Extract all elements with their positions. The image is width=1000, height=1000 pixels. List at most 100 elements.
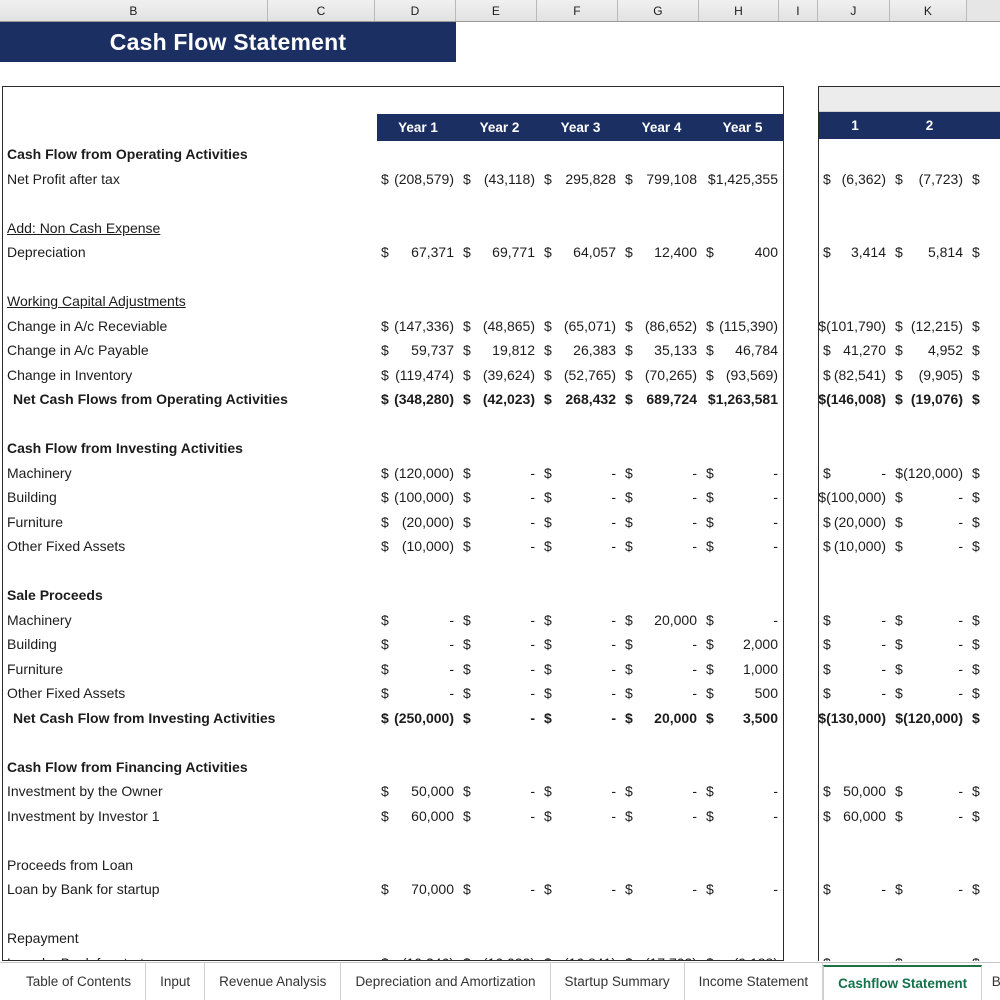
table-row[interactable]: $60,000 $ - $ <box>819 804 1000 829</box>
value-cell[interactable]: $ (16,841) <box>540 951 621 960</box>
column-header-d[interactable]: D <box>375 0 456 21</box>
value-cell[interactable]: $- <box>891 804 968 829</box>
value-cell[interactable]: $- <box>891 632 968 657</box>
table-row[interactable] <box>3 828 783 853</box>
value-cell[interactable]: $ <box>968 608 1000 633</box>
value-cell[interactable]: $- <box>459 485 540 510</box>
value-cell[interactable]: $- <box>702 608 783 633</box>
table-row[interactable] <box>3 902 783 927</box>
value-cell[interactable]: $- <box>891 779 968 804</box>
value-cell[interactable]: $(130,000) <box>819 706 891 731</box>
column-header-i[interactable]: I <box>779 0 818 21</box>
value-cell[interactable]: $3,414 <box>819 240 891 265</box>
value-cell[interactable]: $- <box>891 485 968 510</box>
value-cell[interactable]: $- <box>621 534 702 559</box>
table-row[interactable]: Net Profit after tax $ (208,579) $ (43,118) $… <box>3 167 783 192</box>
value-cell[interactable]: $ <box>968 240 1000 265</box>
value-cell[interactable]: $689,724 <box>621 387 702 412</box>
column-header-c[interactable]: C <box>268 0 375 21</box>
value-cell[interactable]: $ <box>968 877 1000 902</box>
table-row[interactable]: Building $ (100,000) $ - $ - $ - $ - <box>3 485 783 510</box>
table-row[interactable] <box>819 730 1000 755</box>
value-cell[interactable]: $- <box>377 632 459 657</box>
value-cell[interactable]: $60,000 <box>819 804 891 829</box>
value-cell[interactable]: $799,108 <box>621 167 702 192</box>
table-row[interactable]: $(82,541)$(9,905)$( <box>819 363 1000 388</box>
value-cell[interactable]: $- <box>459 779 540 804</box>
value-cell[interactable]: $ (52,765) <box>540 363 621 388</box>
value-cell[interactable]: $67,371 <box>377 240 459 265</box>
value-cell[interactable]: $- <box>819 681 891 706</box>
column-header-e[interactable]: E <box>456 0 537 21</box>
sheet-tab-cashflow-statement[interactable]: Cashflow Statement <box>823 965 983 1000</box>
value-cell[interactable]: $- <box>459 681 540 706</box>
value-cell[interactable]: $ (86,652) <box>621 314 702 339</box>
value-cell[interactable]: $5,814 <box>891 240 968 265</box>
value-cell[interactable]: $(101,790) <box>819 314 891 339</box>
value-cell[interactable]: $ (115,390) <box>702 314 783 339</box>
table-row[interactable] <box>819 191 1000 216</box>
table-row[interactable] <box>819 828 1000 853</box>
value-cell[interactable]: $- <box>540 485 621 510</box>
value-cell[interactable]: $- <box>891 681 968 706</box>
table-row[interactable]: $41,270 $4,952 $ <box>819 338 1000 363</box>
value-cell[interactable]: $ (348,280) <box>377 387 459 412</box>
column-header-f[interactable]: F <box>537 0 618 21</box>
value-cell[interactable]: $- <box>621 510 702 535</box>
table-row[interactable]: $(146,008) $ (19,076) $(1 <box>819 387 1000 412</box>
value-cell[interactable]: $4,952 <box>891 338 968 363</box>
table-row[interactable] <box>3 559 783 584</box>
value-cell[interactable]: $- <box>621 657 702 682</box>
value-cell[interactable]: $ <box>968 510 1000 535</box>
value-cell[interactable]: $ (250,000) <box>377 706 459 731</box>
value-cell[interactable]: $- <box>377 681 459 706</box>
table-row[interactable]: Furniture $ - $ - $ - $ - $1,000 <box>3 657 783 682</box>
table-row[interactable]: Proceeds from Loan <box>3 853 783 878</box>
value-cell[interactable]: $ (82,541) <box>819 363 891 388</box>
value-cell[interactable]: $- <box>459 534 540 559</box>
value-cell[interactable]: $ (42,023) <box>459 387 540 412</box>
table-row[interactable]: Repayment <box>3 926 783 951</box>
table-row[interactable] <box>819 926 1000 951</box>
value-cell[interactable]: $- <box>459 608 540 633</box>
value-cell[interactable]: $1,425,355 <box>702 167 783 192</box>
value-cell[interactable]: $- <box>459 804 540 829</box>
value-cell[interactable]: $- <box>540 632 621 657</box>
value-cell[interactable]: $ <box>968 804 1000 829</box>
table-row[interactable]: Cash Flow from Operating Activities <box>3 142 783 167</box>
value-cell[interactable]: $- <box>702 510 783 535</box>
table-row[interactable]: Investment by the Owner $50,000 $ - $ - $ - $ - <box>3 779 783 804</box>
table-row[interactable]: $(101,790) $ (12,215) $( <box>819 314 1000 339</box>
table-row[interactable]: $(130,000) $(120,000) $ <box>819 706 1000 731</box>
value-cell[interactable]: $(1 <box>968 167 1000 192</box>
table-row[interactable] <box>819 289 1000 314</box>
table-row[interactable]: $-$-$ <box>819 681 1000 706</box>
value-cell[interactable]: $69,771 <box>459 240 540 265</box>
table-row[interactable] <box>819 559 1000 584</box>
value-cell[interactable]: $- <box>702 485 783 510</box>
value-cell[interactable]: $ (7,723) <box>891 167 968 192</box>
value-cell[interactable]: $ (93,569) <box>702 363 783 388</box>
value-cell[interactable]: $(120,000) <box>891 461 968 486</box>
value-cell[interactable]: $12,400 <box>621 240 702 265</box>
value-cell[interactable]: $3,500 <box>702 706 783 731</box>
value-cell[interactable]: $ <box>968 681 1000 706</box>
value-cell[interactable]: $- <box>459 877 540 902</box>
table-row[interactable] <box>819 583 1000 608</box>
value-cell[interactable]: $ (16,022) <box>459 951 540 960</box>
value-cell[interactable]: $- <box>540 804 621 829</box>
value-cell[interactable]: $- <box>702 534 783 559</box>
value-cell[interactable]: $ <box>968 657 1000 682</box>
table-row[interactable] <box>819 142 1000 167</box>
value-cell[interactable]: $26,383 <box>540 338 621 363</box>
table-row[interactable] <box>819 265 1000 290</box>
value-cell[interactable]: $59,737 <box>377 338 459 363</box>
table-row[interactable] <box>3 265 783 290</box>
value-cell[interactable]: $- <box>459 657 540 682</box>
table-row[interactable]: $-$-$ <box>819 632 1000 657</box>
value-cell[interactable]: $( <box>968 314 1000 339</box>
value-cell[interactable]: $- <box>540 608 621 633</box>
value-cell[interactable]: $1,263,581 <box>702 387 783 412</box>
value-cell[interactable]: $- <box>891 534 968 559</box>
value-cell[interactable]: $- <box>891 951 968 961</box>
